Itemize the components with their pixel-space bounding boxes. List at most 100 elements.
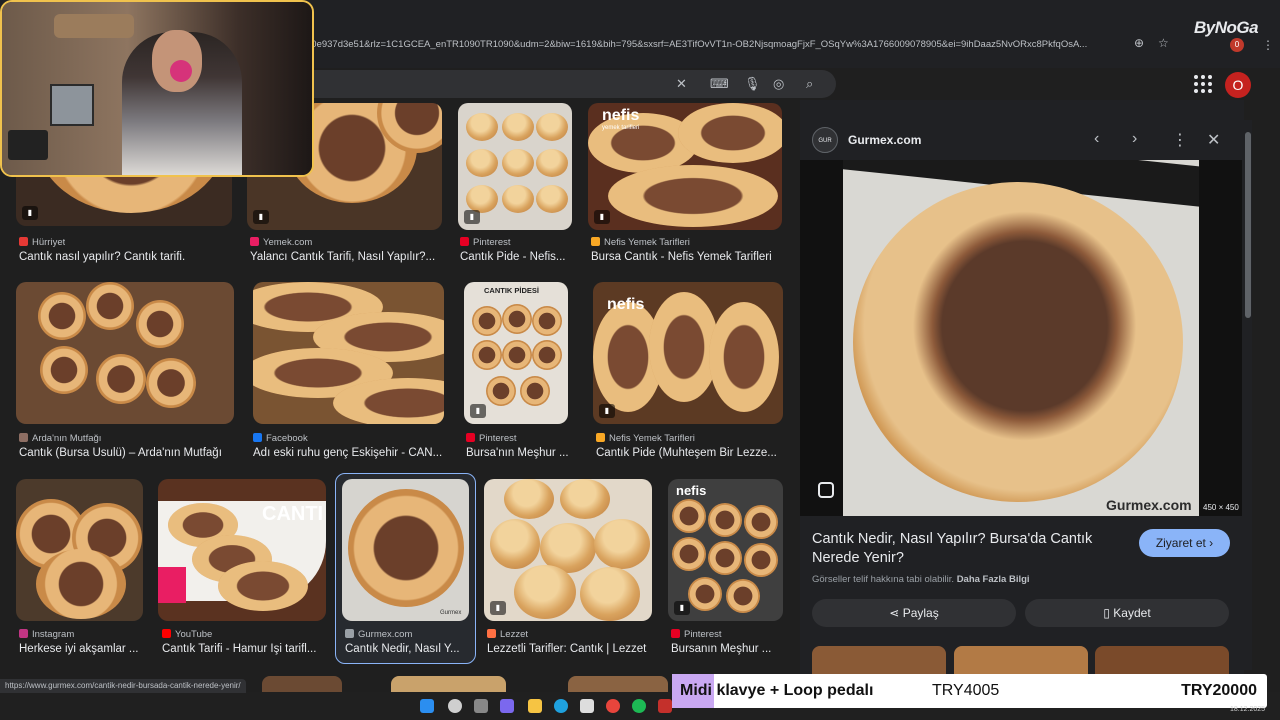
profile-avatar[interactable]: O <box>1225 72 1251 98</box>
apps-grid-icon[interactable] <box>1194 75 1212 93</box>
result-source-10[interactable]: YouTube <box>162 629 212 640</box>
start-icon[interactable] <box>420 699 434 713</box>
next-icon[interactable]: › <box>1132 130 1137 148</box>
result-source-1[interactable]: Hürriyet <box>19 237 65 248</box>
edge-icon[interactable] <box>554 699 568 713</box>
result-source-2[interactable]: Yemek.com <box>250 237 312 248</box>
video-icon: ▮ <box>599 404 615 418</box>
promo-price-2: TRY20000 <box>1181 682 1257 699</box>
result-image-3[interactable]: ▮ <box>458 103 572 230</box>
result-image-8[interactable]: nefis ▮ <box>593 282 783 424</box>
learn-more-link[interactable]: Daha Fazla Bilgi <box>957 574 1030 585</box>
result-image-12[interactable]: ▮ <box>484 479 652 621</box>
video-icon: ▮ <box>464 210 480 224</box>
visit-button[interactable]: Ziyaret et › <box>1139 529 1230 557</box>
result-title-7[interactable]: Bursa'nın Meşhur ... <box>466 447 572 459</box>
share-button[interactable]: ⋖ Paylaş <box>812 599 1016 627</box>
result-image-7[interactable]: CANTIK PİDESİ ▮ <box>464 282 568 424</box>
status-url: https://www.gurmex.com/cantik-nedir-burs… <box>0 679 246 693</box>
previous-icon[interactable]: ‹ <box>1094 130 1099 148</box>
search-taskbar-icon[interactable] <box>448 699 462 713</box>
result-title-13[interactable]: Bursanın Meşhur ... <box>671 643 781 655</box>
notification-badge: 0 <box>1230 38 1244 52</box>
thumb-caption: CANTIK PİDESİ <box>484 286 540 295</box>
video-icon: ▮ <box>22 206 38 220</box>
address-bar[interactable]: 90e937d3e51&rlz=1C1GCEA_enTR1090TR1090&u… <box>306 34 1136 56</box>
nefis-logo: nefis <box>676 483 707 498</box>
spotify-icon[interactable] <box>632 699 646 713</box>
result-image-13[interactable]: nefis ▮ <box>668 479 783 621</box>
result-image-6[interactable] <box>253 282 444 424</box>
result-source-12[interactable]: Lezzet <box>487 629 528 640</box>
microphone-icon[interactable]: 🎙 <box>744 76 761 92</box>
webcam-overlay <box>0 0 314 177</box>
promo-title: Midi klavye + Loop pedalı <box>672 674 882 708</box>
result-image-5[interactable] <box>16 282 234 424</box>
more-options-icon[interactable]: ⋮ <box>1172 130 1188 150</box>
result-source-3[interactable]: Pinterest <box>460 237 511 248</box>
search-icon[interactable]: ⌕ <box>806 76 813 92</box>
video-icon: ▮ <box>490 601 506 615</box>
result-title-12[interactable]: Lezzetli Tarifler: Cantık | Lezzet <box>487 643 651 655</box>
lens-search-icon[interactable]: ◎ <box>773 76 784 92</box>
save-label: Kaydet <box>1113 606 1151 620</box>
result-title-1[interactable]: Cantık nasıl yapılır? Cantık tarifi. <box>19 251 231 263</box>
related-image-3[interactable] <box>1095 646 1229 676</box>
channel-logo: ByNoGa <box>1194 18 1259 37</box>
result-source-13[interactable]: Pinterest <box>671 629 722 640</box>
more-menu-icon[interactable]: ⋮ <box>1262 38 1274 52</box>
chrome-icon[interactable] <box>606 699 620 713</box>
site-name[interactable]: Gurmex.com <box>848 133 921 147</box>
result-title-9[interactable]: Herkese iyi akşamlar ... <box>19 643 143 655</box>
promo-price-1: TRY4005 <box>932 682 1000 699</box>
close-icon[interactable]: ✕ <box>1207 130 1220 150</box>
panel-scrollbar[interactable] <box>1244 120 1252 670</box>
result-image-11[interactable]: Gurmex <box>342 479 469 621</box>
file-explorer-icon[interactable] <box>528 699 542 713</box>
task-view-icon[interactable] <box>474 699 488 713</box>
result-image-9[interactable] <box>16 479 143 621</box>
result-source-7[interactable]: Pinterest <box>466 433 517 444</box>
result-image-10[interactable]: CANTI <box>158 479 326 621</box>
result-image-14[interactable] <box>262 676 342 692</box>
zoom-icon[interactable]: ⊕ <box>1134 36 1144 50</box>
save-button[interactable]: ▯ Kaydet <box>1025 599 1229 627</box>
preview-title[interactable]: Cantık Nedir, Nasıl Yapılır? Bursa'da Ca… <box>812 530 1112 568</box>
result-source-6[interactable]: Facebook <box>253 433 308 444</box>
result-title-10[interactable]: Cantık Tarifi - Hamur İşi tarifl... <box>162 643 326 655</box>
result-image-15[interactable] <box>391 676 506 692</box>
app-icon[interactable] <box>658 699 672 713</box>
result-source-8[interactable]: Nefis Yemek Tarifleri <box>596 433 695 444</box>
thumb-caption: CANTI <box>262 503 324 525</box>
keyboard-icon[interactable]: ⌨ <box>710 76 729 92</box>
copilot-icon[interactable] <box>500 699 514 713</box>
store-icon[interactable] <box>580 699 594 713</box>
video-icon: ▮ <box>674 601 690 615</box>
result-image-4[interactable]: nefis yemek tarifleri ▮ <box>588 103 782 230</box>
search-bar[interactable]: ✕ ⌨ 🎙 ◎ ⌕ <box>290 70 836 98</box>
result-source-11[interactable]: Gurmex.com <box>345 629 412 640</box>
site-logo: GUR MEX <box>812 127 838 170</box>
bookmark-star-icon[interactable]: ☆ <box>1158 36 1169 50</box>
result-title-2[interactable]: Yalancı Cantık Tarifi, Nasıl Yapılır?... <box>250 251 440 263</box>
nefis-subtitle: yemek tarifleri <box>602 125 640 131</box>
result-title-6[interactable]: Adı eski ruhu genç Eskişehir - CAN... <box>253 447 443 459</box>
result-title-8[interactable]: Cantık Pide (Muhteşem Bir Lezze... <box>596 447 782 459</box>
thumb-watermark: Gurmex <box>440 610 462 616</box>
result-title-5[interactable]: Cantık (Bursa Usulü) – Arda'nın Mutfağı <box>19 447 233 459</box>
result-title-11[interactable]: Cantık Nedir, Nasıl Y... <box>345 643 467 655</box>
related-image-1[interactable] <box>812 646 946 676</box>
copyright-notice: Görseller telif hakkına tabi olabilir. D… <box>812 574 1030 585</box>
result-title-3[interactable]: Cantık Pide - Nefis... <box>460 251 576 263</box>
related-image-2[interactable] <box>954 646 1088 676</box>
result-source-9[interactable]: Instagram <box>19 629 74 640</box>
visit-label: Ziyaret et <box>1155 536 1206 550</box>
result-title-4[interactable]: Bursa Cantık - Nefis Yemek Tarifleri <box>591 251 786 263</box>
result-source-5[interactable]: Arda'nın Mutfağı <box>19 433 101 444</box>
lens-icon[interactable] <box>818 482 834 498</box>
result-image-16[interactable] <box>568 676 668 692</box>
copyright-text: Görseller telif hakkına tabi olabilir. <box>812 574 955 585</box>
result-source-4[interactable]: Nefis Yemek Tarifleri <box>591 237 690 248</box>
clear-icon[interactable]: ✕ <box>676 76 687 92</box>
preview-image[interactable] <box>843 160 1199 516</box>
